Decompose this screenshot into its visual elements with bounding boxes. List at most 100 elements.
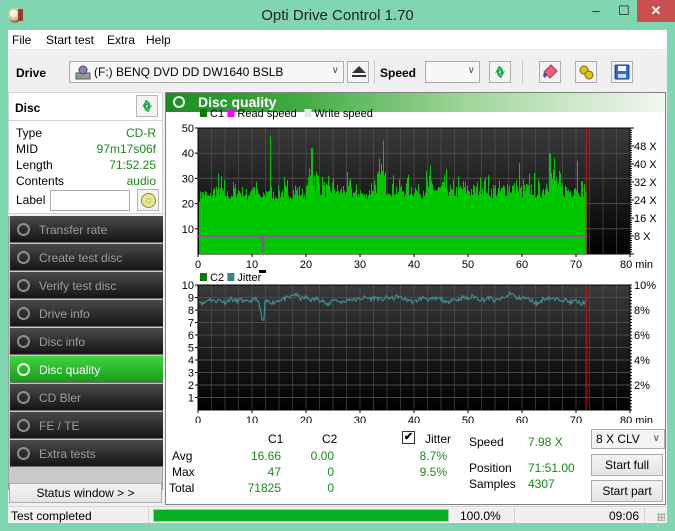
sidebar-item-verify-test-disc[interactable]: Verify test disc — [10, 272, 163, 299]
c1-bar — [364, 193, 365, 254]
legend-swatch — [227, 109, 235, 117]
sidebar-item-create-test-disc[interactable]: Create test disc — [10, 244, 163, 271]
c1-bar — [202, 192, 203, 254]
c1-bar — [536, 197, 537, 254]
c1-bar — [299, 186, 300, 254]
close-button[interactable]: ✕ — [637, 0, 675, 22]
c1-bar — [499, 180, 500, 254]
disc-icon — [17, 279, 30, 292]
start-full-button[interactable]: Start full — [591, 454, 663, 476]
c1-bar — [465, 181, 466, 254]
c1-bar — [397, 194, 398, 254]
x-tick-label: 30 — [354, 415, 366, 423]
row-label-total: Total — [169, 481, 195, 495]
y-tick-label: 6 — [188, 330, 194, 342]
legend-swatch — [200, 109, 207, 117]
y-tick-label: 3 — [188, 368, 194, 380]
disc-refresh-button[interactable] — [136, 95, 158, 117]
c1-bar — [430, 165, 431, 254]
menu-help[interactable]: Help — [146, 33, 171, 47]
sidebar-item-label: Extra tests — [39, 447, 96, 461]
legend-label: Jitter — [237, 272, 261, 284]
c1-bar — [568, 189, 569, 254]
c1-bar — [362, 193, 363, 254]
disc-title: Disc — [15, 101, 41, 115]
c1-bar — [317, 174, 318, 254]
window-title: Opti Drive Control 1.70 — [261, 7, 414, 24]
c1-bar — [469, 191, 470, 254]
sidebar-item-disc-quality[interactable]: Disc quality — [10, 356, 163, 383]
x-tick-label: 50 — [462, 259, 474, 271]
c1-bar — [583, 196, 584, 254]
c1-bar — [280, 197, 281, 254]
c1-bar — [492, 198, 493, 254]
c1-bar — [475, 192, 476, 254]
c1-bar — [271, 186, 272, 254]
c1-bar — [285, 185, 286, 254]
maximize-button[interactable]: ☐ — [610, 0, 638, 22]
c1-bar — [485, 177, 486, 254]
menu-file[interactable]: File — [12, 33, 31, 47]
sidebar-item-disc-info[interactable]: Disc info — [10, 328, 163, 355]
refresh-button[interactable] — [489, 61, 511, 83]
c1-bar — [326, 183, 327, 254]
col-header-c2: C2 — [322, 432, 338, 446]
y-tick-label: 50 — [182, 123, 194, 135]
c1-bar — [511, 193, 512, 254]
sidebar-item-cd-bler[interactable]: CD Bler — [10, 384, 163, 411]
test-speed-select[interactable]: 8 X CLV ∨ — [591, 429, 665, 449]
sidebar-item-drive-info[interactable]: Drive info — [10, 300, 163, 327]
erase-button[interactable] — [539, 61, 561, 83]
c1-bar — [260, 196, 261, 254]
eject-button[interactable] — [347, 61, 369, 83]
c1-bar — [236, 196, 237, 254]
c1-bar — [417, 191, 418, 254]
resize-grip[interactable] — [657, 513, 665, 521]
c1-bar — [220, 188, 221, 254]
c1-bar — [295, 185, 296, 254]
save-button[interactable] — [611, 61, 633, 83]
sidebar-item-extra-tests[interactable]: Extra tests — [10, 440, 163, 467]
app-window: Opti Drive Control 1.70 – ☐ ✕ File Start… — [0, 0, 675, 531]
c1-bar — [249, 195, 250, 254]
c1-bar — [322, 176, 323, 254]
c1-bar — [542, 190, 543, 254]
c1-bar — [544, 194, 545, 254]
c1-bar — [416, 189, 417, 254]
c1-bar — [246, 188, 247, 254]
settings-button[interactable] — [575, 61, 597, 83]
drive-select[interactable]: (F:) BENQ DVD DD DW1640 BSLB ∨ — [69, 61, 344, 83]
c1-bar — [496, 196, 497, 254]
c1-bar — [346, 192, 347, 254]
start-part-button[interactable]: Start part — [591, 480, 663, 502]
label-input[interactable] — [50, 190, 130, 211]
jitter-checkbox[interactable]: ✔ — [402, 431, 415, 444]
c1-bar — [550, 153, 551, 254]
status-window-button[interactable]: Status window > > — [9, 483, 162, 503]
menu-start-test[interactable]: Start test — [46, 33, 94, 47]
y2-tick-label: 10% — [634, 280, 656, 292]
c1-bar — [522, 196, 523, 254]
c1-bar — [213, 189, 214, 254]
c1-bar — [507, 184, 508, 254]
c1-bar — [567, 191, 568, 254]
y2-tick-label: 8% — [634, 305, 650, 317]
disc-info-box: Disc Type CD-R MID 97m17s06f Length 71:5… — [8, 92, 163, 214]
c1-bar — [520, 187, 521, 254]
c1-bar — [402, 191, 403, 254]
length-value: 71:52.25 — [109, 158, 156, 172]
c1-bar — [323, 184, 324, 254]
c1-bar — [287, 180, 288, 254]
y-tick-label: 9 — [188, 293, 194, 305]
c1-bar — [519, 163, 520, 254]
cd-label-button[interactable] — [137, 189, 159, 211]
sidebar-item-fe-te[interactable]: FE / TE — [10, 412, 163, 439]
sidebar-item-transfer-rate[interactable]: Transfer rate — [10, 216, 163, 243]
menu-extra[interactable]: Extra — [107, 33, 135, 47]
c1-bar — [468, 190, 469, 254]
speed-select[interactable]: ∨ — [425, 61, 480, 83]
y2-tick-label: 4% — [634, 355, 650, 367]
c1-bar — [460, 185, 461, 254]
legend-marker — [259, 270, 266, 273]
minimize-button[interactable]: – — [582, 0, 610, 22]
